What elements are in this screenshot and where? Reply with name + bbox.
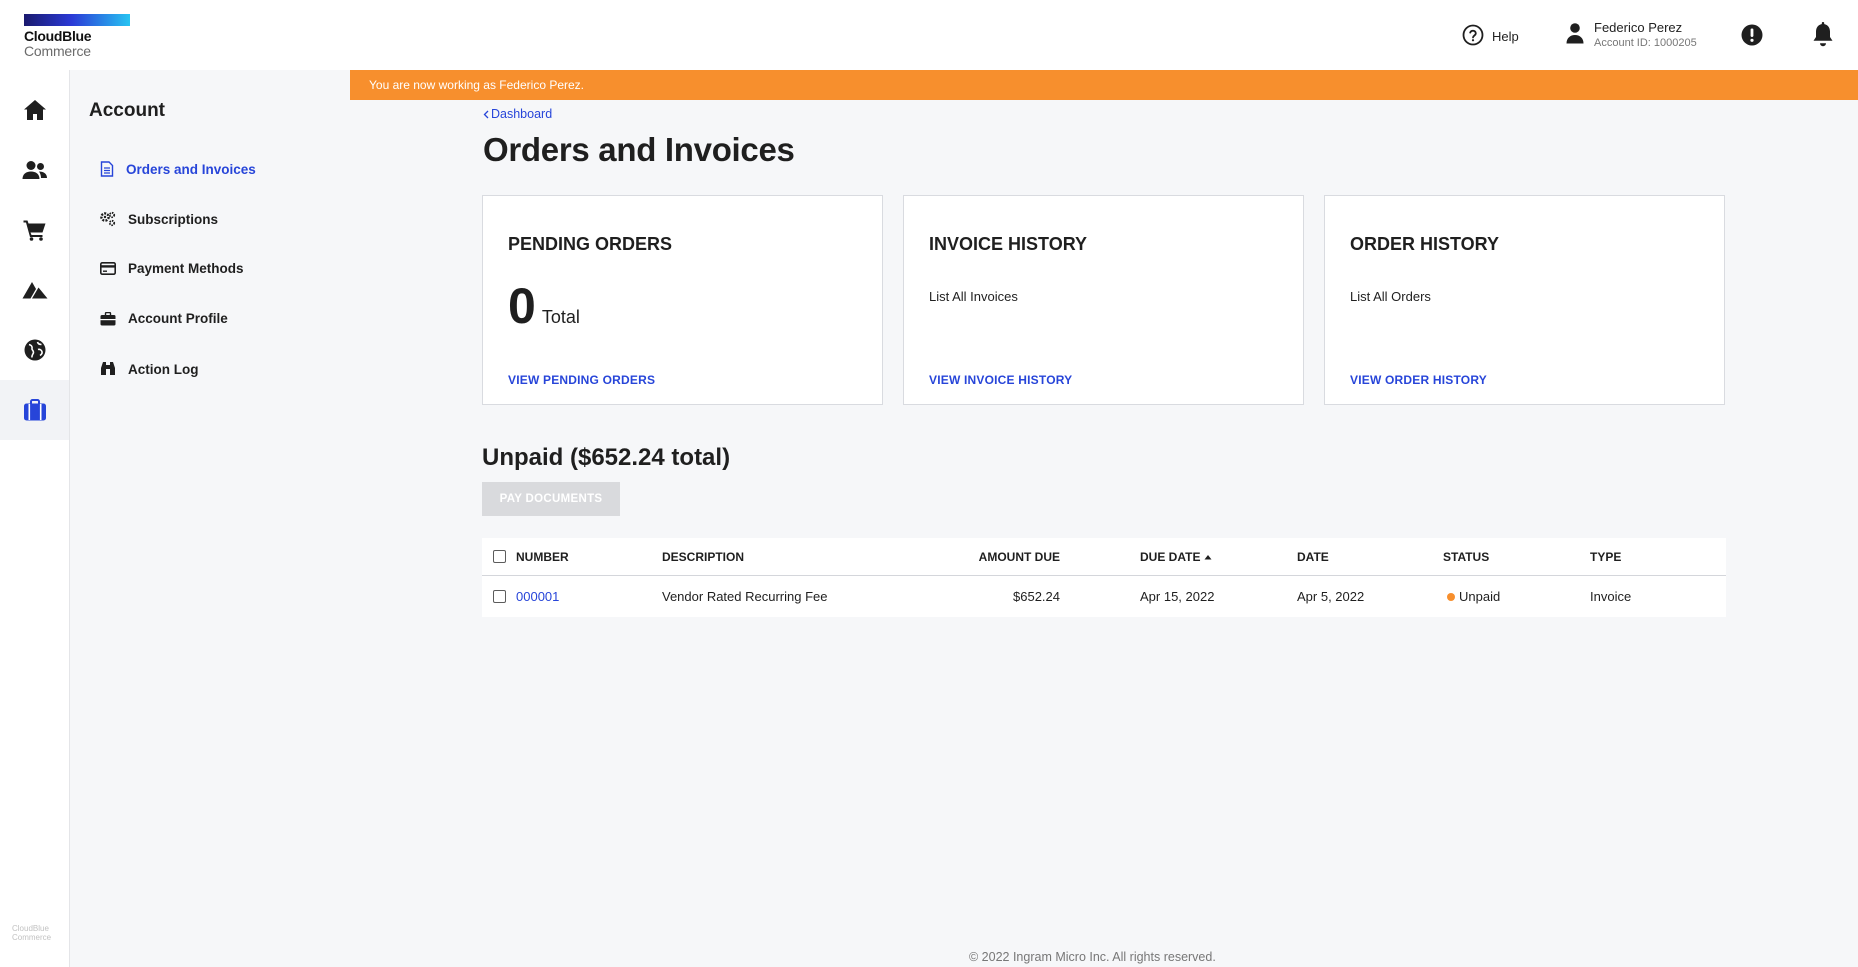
subnav-item-orders-invoices[interactable]: Orders and Invoices [100,161,256,177]
user-info: Federico Perez Account ID: 1000205 [1594,20,1697,50]
rail-footer-logo: CloudBlue Commerce [12,924,51,942]
account-subnav: Account Orders and Invoices Subscription… [70,70,350,967]
pending-count-label: Total [541,307,580,327]
sort-ascending-icon [1204,554,1212,559]
chevron-left-icon [483,110,489,118]
select-all-checkbox[interactable] [493,550,506,563]
select-all-cell [493,538,506,575]
page-title: Orders and Invoices [483,131,795,168]
invoice-history-card: INVOICE HISTORY List All Invoices VIEW I… [903,195,1304,405]
card-title: PENDING ORDERS [508,234,673,254]
subnav-title: Account [89,100,165,121]
row-checkbox[interactable] [493,590,506,603]
document-amount-due: $652.24 [1013,589,1060,604]
col-header-description[interactable]: DESCRIPTION [662,538,744,575]
unpaid-section-title: Unpaid ($652.24 total) [482,444,731,471]
alert-icon[interactable] [1741,24,1763,51]
order-history-card: ORDER HISTORY List All Orders VIEW ORDER… [1324,195,1725,405]
cart-icon [23,220,45,241]
logo-text-line2: Commerce [24,43,91,59]
subnav-item-label: Orders and Invoices [126,161,256,177]
mountains-icon [22,282,47,299]
subnav-item-label: Action Log [128,361,199,377]
subnav-item-label: Payment Methods [128,261,244,276]
briefcase-icon [100,311,116,325]
globe-icon [24,339,45,361]
col-header-due-date[interactable]: DUE DATE [1140,538,1212,575]
logo-text-line1: CloudBlue [24,28,92,44]
col-header-status[interactable]: STATUS [1443,538,1489,575]
unpaid-documents-table: NUMBER DESCRIPTION AMOUNT DUE DUE DATE D… [482,538,1726,617]
gears-icon [100,211,116,227]
card-subtitle: List All Invoices [929,289,1018,304]
document-date: Apr 5, 2022 [1297,589,1365,604]
logo-gradient-bar [24,14,130,26]
top-header: CloudBlue Commerce Help Federico Perez A… [0,0,1858,70]
col-header-due-date-label: DUE DATE [1140,549,1201,564]
subnav-item-label: Subscriptions [128,211,219,227]
document-status: Unpaid [1447,576,1500,617]
help-button[interactable]: Help [1462,24,1519,49]
briefcase-icon [23,399,46,421]
card-title: ORDER HISTORY [1350,234,1500,254]
credit-card-icon [100,262,116,275]
page-footer: © 2022 Ingram Micro Inc. All rights rese… [969,950,1216,964]
rail-item-users[interactable] [0,140,69,200]
users-icon [22,161,47,179]
impersonation-banner: You are now working as Federico Perez. [350,70,1858,100]
status-label: Unpaid [1459,589,1501,604]
view-pending-orders-link[interactable]: VIEW PENDING ORDERS [508,373,655,387]
rail-item-mountains[interactable] [0,260,69,320]
rail-item-home[interactable] [0,80,69,140]
subnav-item-action-log[interactable]: Action Log [100,361,199,377]
bell-icon[interactable] [1811,22,1835,53]
card-title: INVOICE HISTORY [929,234,1088,254]
rail-item-cart[interactable] [0,200,69,260]
subnav-item-subscriptions[interactable]: Subscriptions [100,211,218,227]
user-menu[interactable]: Federico Perez Account ID: 1000205 [1566,20,1697,50]
col-header-number[interactable]: NUMBER [516,538,569,575]
document-description: Vendor Rated Recurring Fee [662,589,828,604]
view-order-history-link[interactable]: VIEW ORDER HISTORY [1350,373,1487,387]
col-header-amount-due[interactable]: AMOUNT DUE [902,538,1060,575]
document-number-link[interactable]: 000001 [516,576,559,617]
help-label: Help [1492,29,1519,44]
breadcrumb-dashboard[interactable]: Dashboard [483,107,552,121]
help-icon [1462,24,1484,49]
rail-item-account[interactable] [0,380,69,440]
cloudblue-logo[interactable]: CloudBlue Commerce [24,14,132,58]
col-header-type[interactable]: TYPE [1590,538,1621,575]
user-icon [1566,22,1584,49]
icon-rail: CloudBlue Commerce [0,70,70,967]
status-dot-icon [1447,592,1455,601]
table-row: 000001 Vendor Rated Recurring Fee $652.2… [482,576,1726,617]
binoculars-icon [101,362,115,375]
col-header-date[interactable]: DATE [1297,538,1329,575]
card-subtitle: List All Orders [1350,289,1431,304]
subnav-item-label: Account Profile [128,311,228,326]
pay-documents-button[interactable]: PAY DOCUMENTS [482,482,620,516]
subnav-item-account-profile[interactable]: Account Profile [100,311,228,326]
document-type: Invoice [1590,589,1632,604]
view-invoice-history-link[interactable]: VIEW INVOICE HISTORY [929,373,1072,387]
rail-item-globe[interactable] [0,320,69,380]
table-header-row: NUMBER DESCRIPTION AMOUNT DUE DUE DATE D… [482,538,1726,576]
pending-count-value: 0 [508,278,536,334]
home-icon [23,100,46,120]
subnav-item-payment-methods[interactable]: Payment Methods [100,261,244,276]
account-id: Account ID: 1000205 [1594,37,1697,49]
pending-orders-count: 0 Total [508,280,580,332]
rail-footer-line2: Commerce [12,933,52,942]
pending-orders-card: PENDING ORDERS 0 Total VIEW PENDING ORDE… [482,195,883,405]
breadcrumb-label: Dashboard [491,107,553,121]
document-due-date: Apr 15, 2022 [1140,589,1215,604]
row-select-cell [493,576,506,617]
rail-footer-line1: CloudBlue [12,924,49,933]
user-name: Federico Perez [1594,20,1683,35]
document-icon [100,161,114,177]
